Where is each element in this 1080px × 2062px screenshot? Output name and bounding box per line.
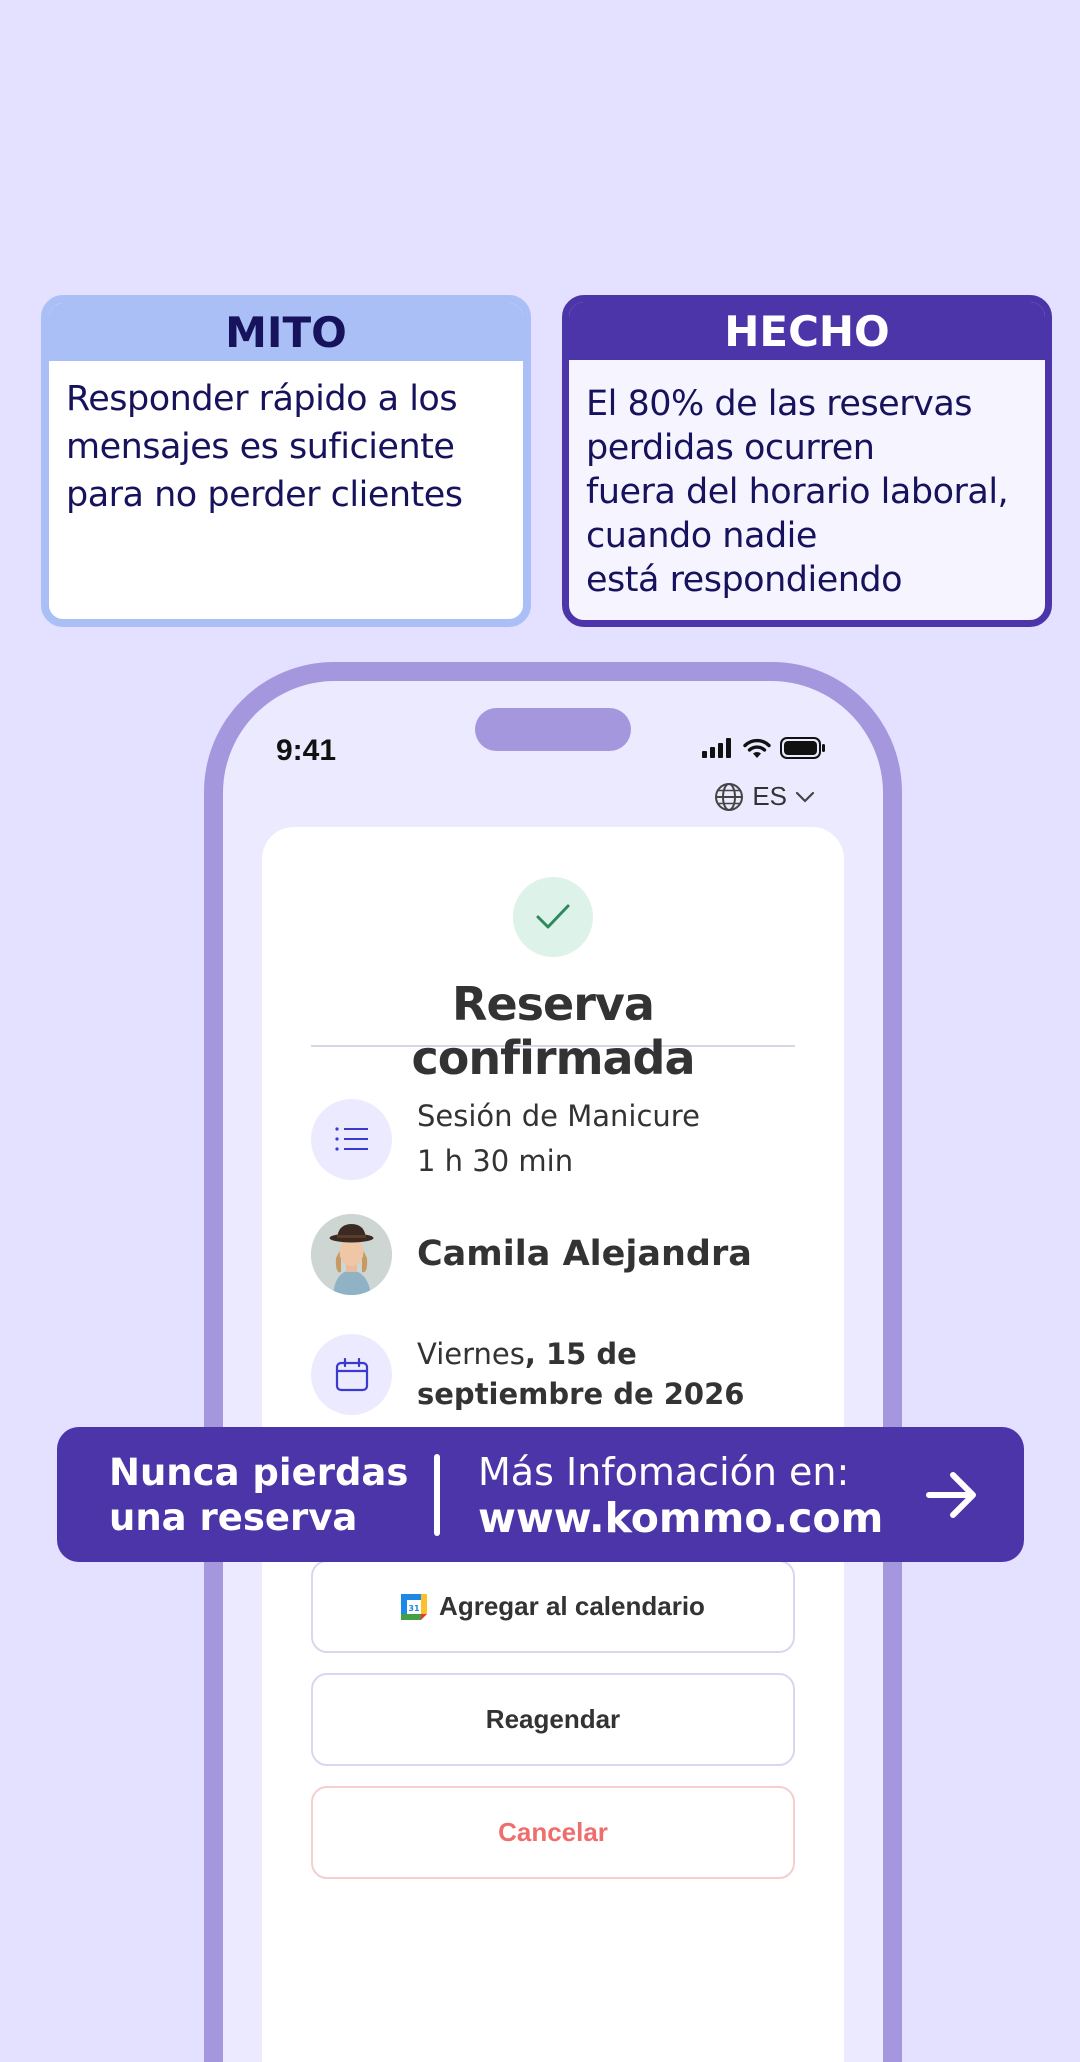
success-badge bbox=[513, 877, 593, 957]
add-to-calendar-button[interactable]: 31 Agregar al calendario bbox=[311, 1560, 795, 1653]
cta-banner[interactable]: Nunca pierdas una reserva Más Infomación… bbox=[57, 1427, 1024, 1562]
fact-text: El 80% de las reservas perdidas ocurren … bbox=[586, 384, 1009, 600]
banner-divider bbox=[434, 1453, 440, 1536]
banner-info-label: Más Infomación en: bbox=[478, 1449, 850, 1494]
language-label: ES bbox=[752, 781, 787, 811]
service-duration: 1 h 30 min bbox=[417, 1144, 574, 1178]
service-details: Sesión de Manicure 1 h 30 min bbox=[417, 1094, 700, 1184]
myth-text: Responder rápido a los mensajes es sufic… bbox=[66, 379, 463, 515]
service-name: Sesión de Manicure bbox=[417, 1099, 700, 1133]
cancel-button[interactable]: Cancelar bbox=[311, 1786, 795, 1879]
myth-card: MITO Responder rápido a los mensajes es … bbox=[41, 295, 531, 627]
service-row: Sesión de Manicure 1 h 30 min bbox=[311, 1094, 700, 1184]
date-row: Viernes, 15 de septiembre de 2026 bbox=[311, 1334, 797, 1415]
reschedule-button[interactable]: Reagendar bbox=[311, 1673, 795, 1766]
check-icon bbox=[536, 904, 570, 929]
signal-icon bbox=[702, 738, 731, 758]
cancel-label: Cancelar bbox=[498, 1817, 608, 1847]
calendar-day-text: 31 bbox=[408, 1604, 420, 1613]
myth-heading: MITO bbox=[49, 303, 523, 361]
add-to-calendar-label: Agregar al calendario bbox=[439, 1591, 705, 1621]
reschedule-label: Reagendar bbox=[485, 1704, 621, 1734]
calendar-icon bbox=[311, 1334, 392, 1415]
status-icons bbox=[702, 737, 826, 759]
banner-url[interactable]: www.kommo.com bbox=[478, 1495, 903, 1541]
avatar bbox=[311, 1214, 392, 1295]
language-selector[interactable]: ES bbox=[714, 781, 815, 812]
banner-tagline: Nunca pierdas una reserva bbox=[109, 1450, 409, 1539]
globe-icon bbox=[715, 782, 744, 811]
page-title: Reserva confirmada bbox=[311, 977, 795, 1085]
client-row: Camila Alejandra bbox=[311, 1214, 752, 1295]
status-time: 9:41 bbox=[276, 734, 337, 767]
client-name: Camila Alejandra bbox=[417, 1234, 752, 1274]
phone-screen: 9:41 ES Reserva confirmada Sesión de Man… bbox=[223, 681, 883, 2062]
booking-date: Viernes, 15 de septiembre de 2026 bbox=[417, 1334, 797, 1414]
chevron-down-icon bbox=[795, 791, 815, 803]
google-calendar-icon: 31 bbox=[401, 1593, 428, 1620]
banner-info: Más Infomación en: www.kommo.com bbox=[478, 1449, 903, 1541]
phone-frame: 9:41 ES Reserva confirmada Sesión de Man… bbox=[204, 662, 902, 2062]
battery-icon bbox=[780, 737, 825, 759]
dynamic-island bbox=[475, 708, 631, 751]
arrow-right-icon[interactable] bbox=[925, 1470, 979, 1520]
fact-card: HECHO El 80% de las reservas perdidas oc… bbox=[562, 295, 1052, 627]
fact-heading: HECHO bbox=[569, 302, 1045, 360]
list-icon bbox=[311, 1098, 392, 1180]
date-weekday: Viernes bbox=[417, 1337, 525, 1371]
wifi-icon bbox=[743, 738, 771, 758]
